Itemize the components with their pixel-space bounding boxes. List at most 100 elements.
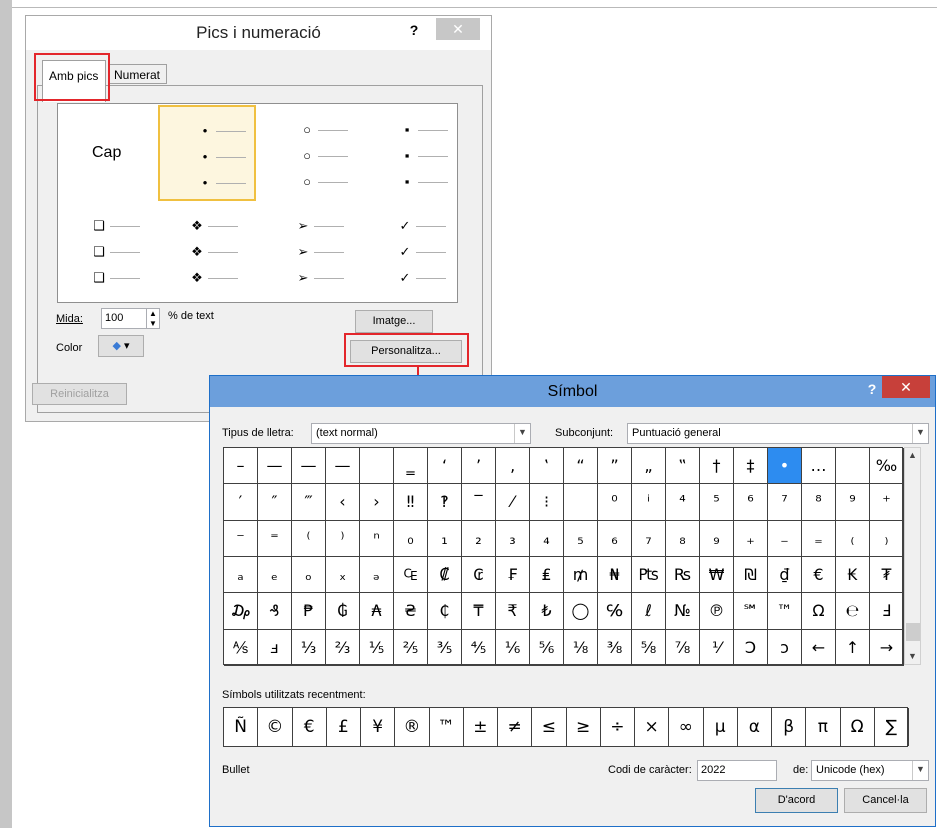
symbol-cell[interactable]: „ [632,448,666,485]
symbol-cell[interactable]: ⁝ [530,484,564,521]
symbol-cell[interactable]: — [292,448,326,485]
symbol-cell[interactable]: ⅚ [530,629,564,666]
symbol-cell[interactable]: ₨ [666,557,700,594]
font-select[interactable]: (text normal) ▼ [311,423,531,444]
symbol-cell[interactable]: ₔ [360,557,394,594]
symbol-cell[interactable]: ‗ [394,448,428,485]
symbol-cell[interactable]: ↄ [768,629,802,666]
symbol-cell[interactable]: ⅓ [292,629,326,666]
recent-symbol-cell[interactable]: Ω [841,708,875,746]
symbol-cell[interactable]: ⁷ [768,484,802,521]
symbol-cell[interactable]: ℠ [734,593,768,630]
tab-numbered[interactable]: Numerat [109,64,167,84]
symbol-cell[interactable]: ⅎ [258,629,292,666]
char-code-input[interactable]: 2022 [697,760,777,781]
ok-button[interactable]: D'acord [755,788,838,813]
symbol-cell-selected[interactable]: • [768,448,802,485]
symbol-cell[interactable]: ₋ [768,520,802,557]
symbol-cell[interactable] [836,448,870,485]
help-button[interactable]: ? [860,378,884,400]
symbol-cell[interactable]: ⁵ [700,484,734,521]
symbol-cell[interactable]: ⁽ [292,520,326,557]
symbol-cell[interactable]: ‚ [496,448,530,485]
bullet-option-box[interactable]: ❑ ❑ ❑ [58,204,156,302]
symbol-cell[interactable]: ℗ [700,593,734,630]
symbol-cell[interactable]: ℅ [598,593,632,630]
symbol-cell[interactable]: ℮ [836,593,870,630]
scroll-down-icon[interactable]: ▼ [905,649,920,664]
symbol-cell[interactable]: ⅞ [666,629,700,666]
symbol-cell[interactable]: ⅝ [632,629,666,666]
symbol-cell[interactable]: ₐ [224,557,258,594]
symbol-cell[interactable]: ⁸ [802,484,836,521]
symbol-cell[interactable]: ₮ [870,557,904,594]
symbol-cell[interactable]: “ [564,448,598,485]
symbol-cell[interactable]: ₅ [564,520,598,557]
recent-symbol-cell[interactable]: ≠ [498,708,533,746]
symbol-cell[interactable]: ₇ [632,520,666,557]
symbol-cell[interactable]: ₦ [598,557,632,594]
symbol-cell[interactable]: — [258,448,292,485]
symbol-cell[interactable]: † [700,448,734,485]
recent-symbol-cell[interactable]: × [635,708,670,746]
symbol-cell[interactable]: ⁿ [360,520,394,557]
symbol-cell[interactable]: ⅖ [394,629,428,666]
symbol-cell[interactable]: ₩ [700,557,734,594]
recent-symbol-cell[interactable]: ≤ [532,708,567,746]
symbol-cell[interactable]: ⁴ [666,484,700,521]
symbol-cell[interactable]: — [326,448,360,485]
recent-symbol-cell[interactable]: ≥ [567,708,601,746]
recent-symbol-cell[interactable]: π [806,708,841,746]
symbol-cell[interactable]: ₒ [292,557,326,594]
bullet-option-square[interactable]: ▪ ▪ ▪ [360,104,458,202]
symbol-cell[interactable]: ₪ [734,557,768,594]
symbol-cell[interactable]: › [360,484,394,521]
symbol-cell[interactable]: ℓ [632,593,666,630]
symbol-cell[interactable]: ₆ [598,520,632,557]
symbol-cell[interactable]: ⅛ [564,629,598,666]
bullet-option-check[interactable]: ✓ ✓ ✓ [360,204,458,302]
symbol-cell[interactable]: Ↄ [734,629,768,666]
symbol-cell[interactable]: – [224,448,258,485]
recent-symbol-cell[interactable]: ∑ [875,708,909,746]
symbol-cell[interactable]: ₓ [326,557,360,594]
symbol-cell[interactable]: Ⅎ [870,593,904,630]
symbol-cell[interactable]: ₍ [836,520,870,557]
symbol-cell[interactable]: ₂ [462,520,496,557]
recent-symbol-cell[interactable]: µ [704,708,738,746]
scroll-thumb[interactable] [906,623,920,641]
symbol-cell[interactable]: … [802,448,836,485]
symbol-cell[interactable]: ” [598,448,632,485]
symbol-cell[interactable] [360,448,394,485]
bullet-option-circle[interactable]: ○ ○ ○ [260,104,358,202]
from-select[interactable]: Unicode (hex) ▼ [811,760,929,781]
symbol-cell[interactable]: ⁄ [496,484,530,521]
symbol-cell[interactable]: ↑ [836,629,870,666]
close-button[interactable]: ✕ [882,376,930,398]
symbol-cell[interactable]: ₤ [530,557,564,594]
symbol-cell[interactable]: ₥ [564,557,598,594]
symbol-cell[interactable]: ₱ [292,593,326,630]
symbol-cell[interactable]: ‴ [292,484,326,521]
symbol-cell[interactable]: ₲ [326,593,360,630]
cancel-button[interactable]: Cancel·la [844,788,927,813]
recent-symbol-cell[interactable]: © [258,708,293,746]
symbol-cell[interactable]: ⁺ [870,484,904,521]
symbol-cell[interactable]: ‡ [734,448,768,485]
symbol-cell[interactable]: ₢ [462,557,496,594]
symbol-cell[interactable]: ‼ [394,484,428,521]
symbol-cell[interactable]: → [870,629,904,666]
symbol-cell[interactable]: ₯ [224,593,258,630]
symbol-cell[interactable]: ⅍ [224,629,258,666]
symbol-cell[interactable]: ₈ [666,520,700,557]
grid-scrollbar[interactable]: ▲ ▼ [904,447,921,665]
symbol-cell[interactable]: ⁰ [598,484,632,521]
reset-button[interactable]: Reinicialitza [32,383,127,405]
recent-symbol-cell[interactable]: ® [395,708,430,746]
recent-symbol-cell[interactable]: ¥ [361,708,396,746]
symbol-cell[interactable]: ⁶ [734,484,768,521]
symbol-cell[interactable]: ₡ [428,557,462,594]
symbol-cell[interactable]: ‾ [462,484,496,521]
symbol-cell[interactable]: ⁱ [632,484,666,521]
chevron-down-icon[interactable]: ▼ [912,424,928,443]
